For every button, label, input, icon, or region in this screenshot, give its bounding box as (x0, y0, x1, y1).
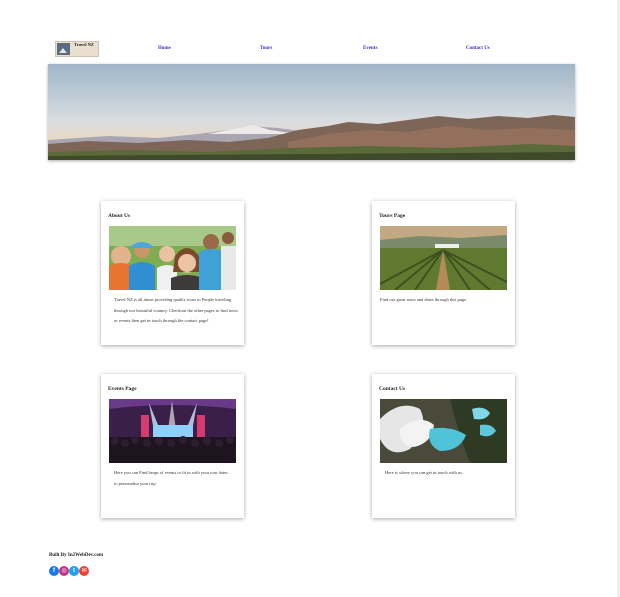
card-title: Events Page (108, 386, 137, 392)
card-title: About Us (108, 213, 131, 219)
card-description: Travel NZ is all about providing quality… (114, 297, 238, 323)
nav-contact-link[interactable]: Contact Us (466, 46, 490, 51)
card-description: Here is where you can get in touch with … (385, 470, 463, 475)
contact-us-card[interactable]: Contact Us Here is where you can get in … (372, 374, 515, 518)
nav-tours-link[interactable]: Tours (260, 46, 272, 51)
tours-page-card[interactable]: Tours Page Find our great tours and date… (372, 201, 515, 345)
facebook-icon[interactable]: f (49, 566, 59, 576)
geothermal-pools-image (380, 399, 507, 463)
mountain-icon (57, 43, 70, 55)
card-description: Here you can Find heaps of events to fit… (114, 470, 228, 486)
group-of-people-image (109, 226, 236, 290)
email-icon[interactable]: ✉ (79, 566, 89, 576)
vineyard-image (380, 226, 507, 290)
about-us-card[interactable]: About Us Travel NZ is all about providin… (101, 201, 244, 345)
concert-crowd-image (109, 399, 236, 463)
card-title: Tours Page (379, 213, 406, 219)
hero-landscape-image (48, 64, 575, 160)
nav-events-link[interactable]: Events (363, 46, 377, 51)
nav-home-link[interactable]: Home (158, 46, 171, 51)
site-logo[interactable]: Travel NZ (55, 41, 99, 57)
logo-text: Travel NZ (74, 42, 94, 47)
built-by-credit[interactable]: Built By In2WebDev.com (49, 553, 103, 558)
instagram-icon[interactable]: ◎ (59, 566, 69, 576)
events-page-card[interactable]: Events Page Here you can Find heaps of e… (101, 374, 244, 518)
twitter-icon[interactable]: t (69, 566, 79, 576)
card-title: Contact Us (379, 386, 406, 392)
card-description: Find our great tours and dates through t… (380, 297, 466, 302)
